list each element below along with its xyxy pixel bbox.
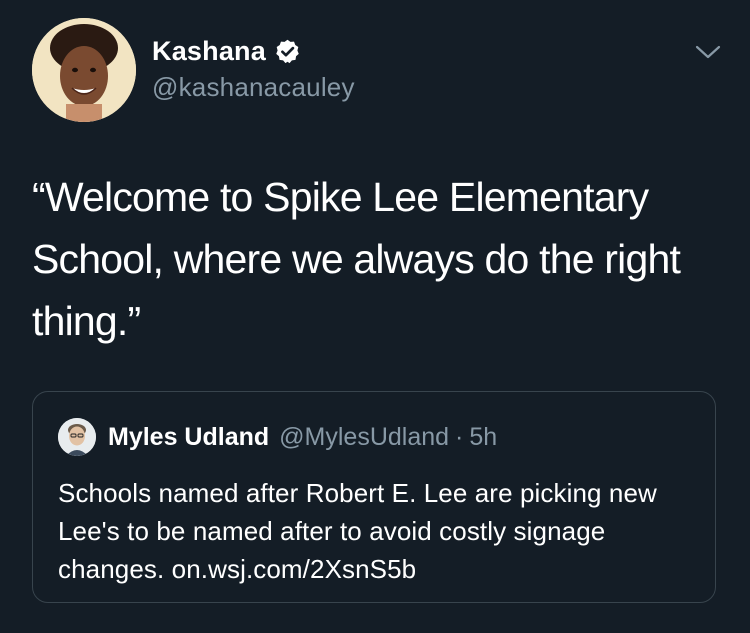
quoted-tweet-header: Myles Udland @MylesUdland · 5h — [58, 418, 497, 456]
author-display-name[interactable]: Kashana — [152, 36, 266, 67]
verified-badge-icon — [274, 38, 301, 65]
tweet-text: “Welcome to Spike Lee Elementary School,… — [32, 174, 681, 344]
quoted-avatar-image — [58, 418, 96, 456]
quoted-author-display-name: Myles Udland — [108, 422, 270, 451]
author-avatar[interactable] — [32, 18, 136, 122]
quoted-tweet-text: Schools named after Robert E. Lee are pi… — [58, 478, 657, 584]
quoted-author-avatar — [58, 418, 96, 456]
quoted-tweet-card[interactable]: Myles Udland @MylesUdland · 5h Schools n… — [32, 391, 716, 603]
quoted-author-handle: @MylesUdland — [279, 422, 450, 451]
quoted-timestamp: 5h — [469, 422, 498, 451]
author-handle[interactable]: @kashanacauley — [152, 72, 355, 103]
author-name-row: Kashana — [152, 34, 355, 68]
avatar-image — [32, 18, 136, 122]
quoted-separator: · — [455, 422, 464, 451]
author-info: Kashana @kashanacauley — [152, 34, 355, 103]
tweet-card: Kashana @kashanacauley “Welcome to Spike… — [0, 0, 750, 633]
chevron-down-icon[interactable] — [693, 40, 723, 64]
